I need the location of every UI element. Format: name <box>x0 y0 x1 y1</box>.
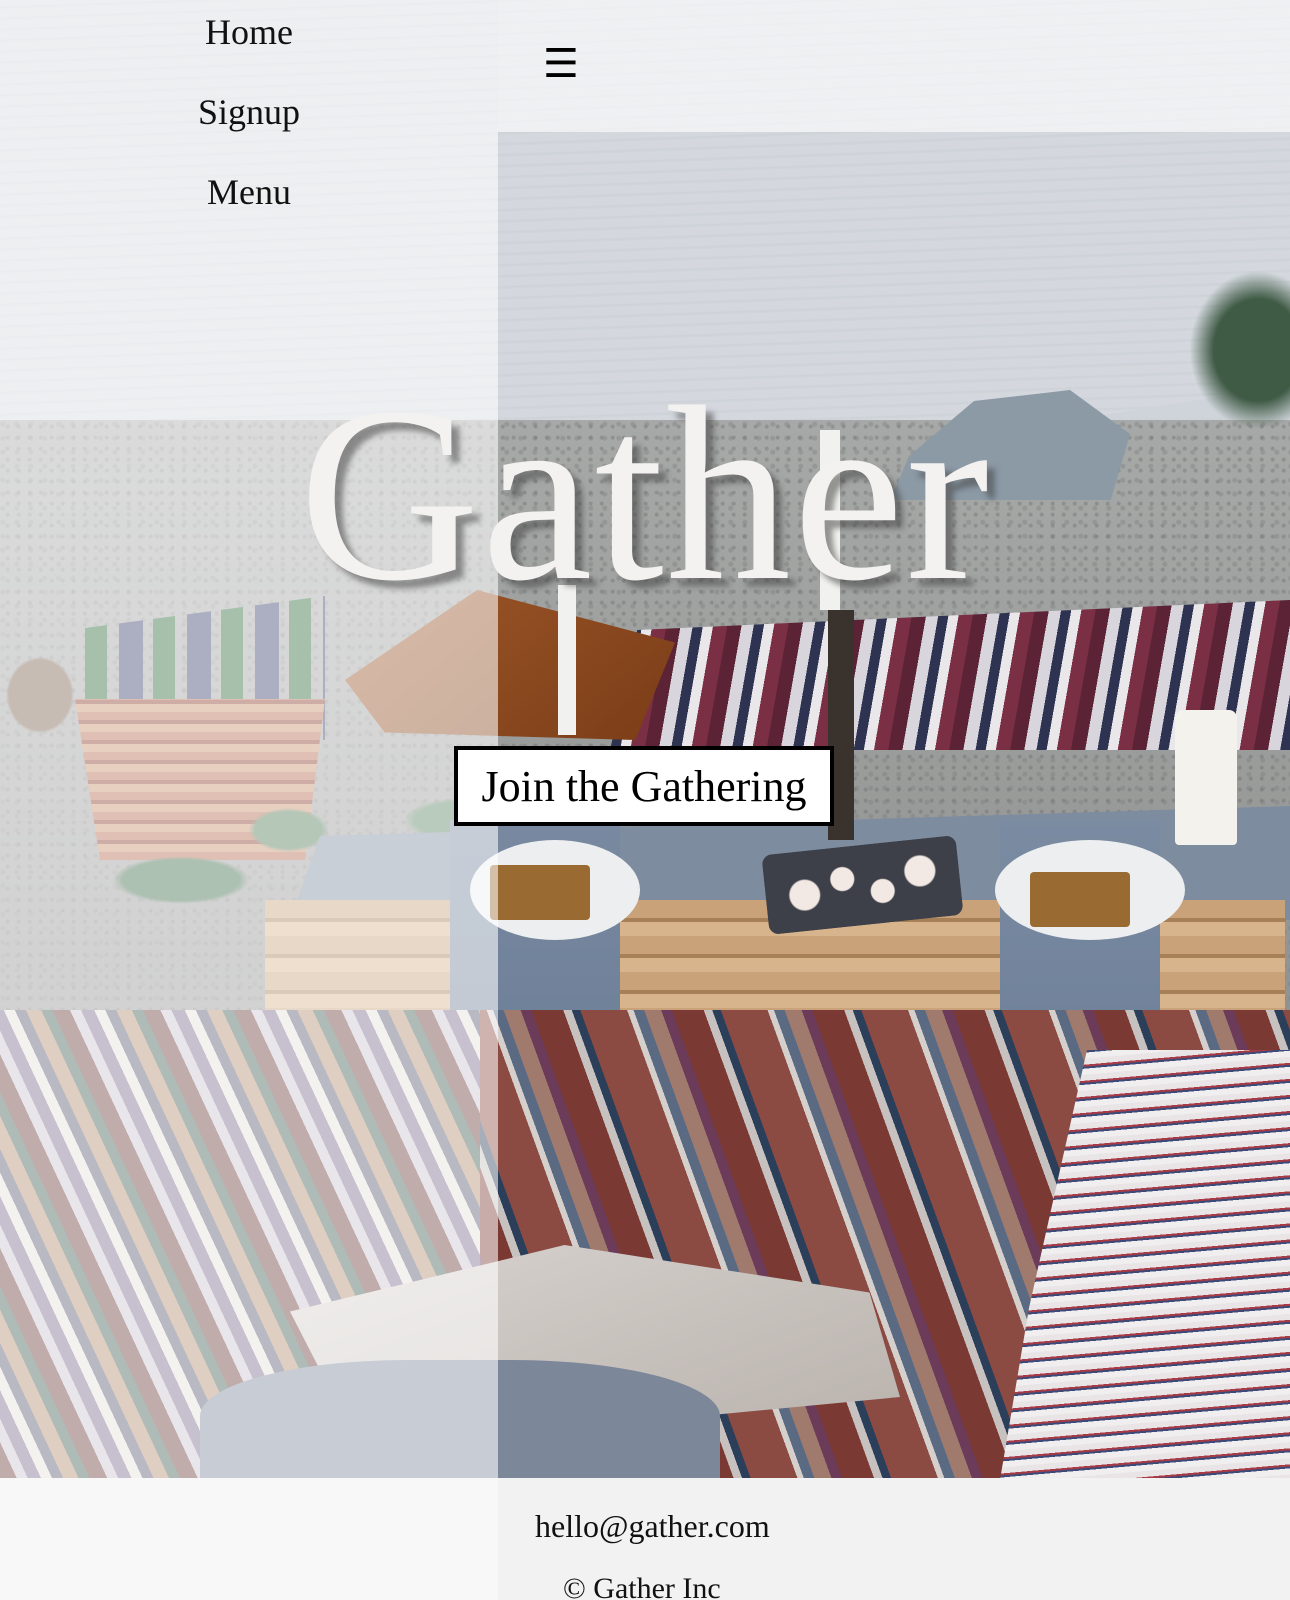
hamburger-menu-icon[interactable]: ☰ <box>543 44 579 84</box>
header-overlay <box>498 0 1290 132</box>
side-navigation: Home Signup Menu <box>0 0 498 240</box>
page: Home Signup Menu ☰ Gather Join the Gathe… <box>0 0 1290 1600</box>
join-gathering-button[interactable]: Join the Gathering <box>454 746 834 826</box>
nav-link-signup[interactable]: Signup <box>198 90 300 134</box>
hero-title: Gather <box>298 356 992 633</box>
nav-link-home[interactable]: Home <box>205 10 293 54</box>
footer-email-link[interactable]: hello@gather.com <box>535 1508 770 1545</box>
nav-link-menu[interactable]: Menu <box>207 170 291 214</box>
footer-copyright: © Gather Inc <box>563 1572 721 1600</box>
